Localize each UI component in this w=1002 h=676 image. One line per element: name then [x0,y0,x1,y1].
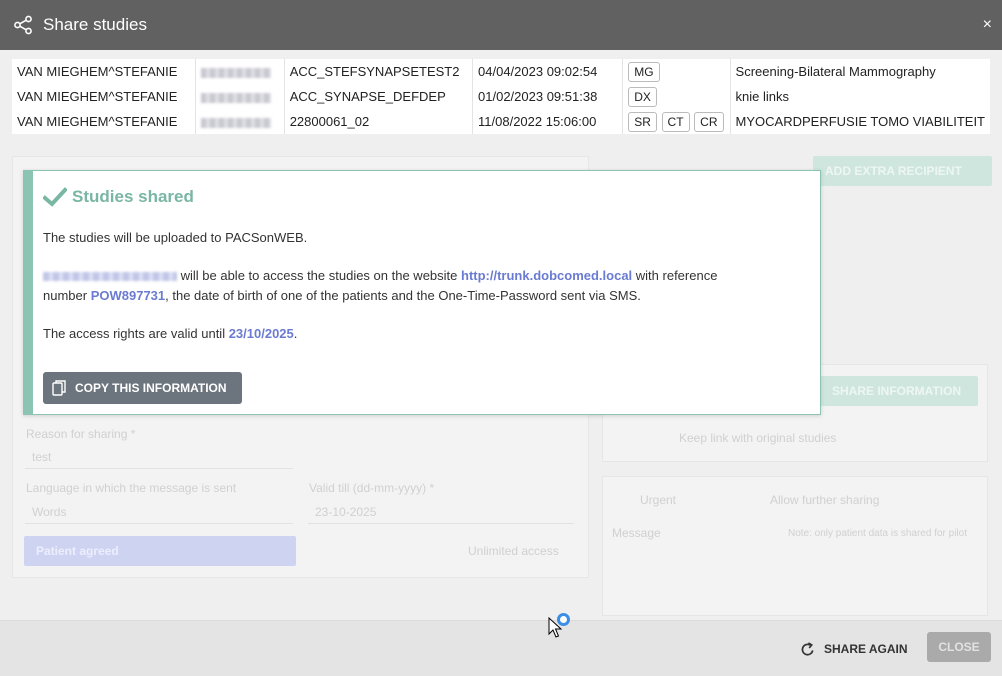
study-date: 04/04/2023 09:02:54 [472,59,624,84]
modalities: SR CT CR [622,109,731,134]
share-again-button[interactable]: SHARE AGAIN [800,637,908,661]
loading-spinner-icon [557,613,570,626]
message-label: Message [612,526,661,540]
check-icon [43,187,67,207]
popup-title: Studies shared [72,187,194,206]
allow-sharing-toggle[interactable]: Allow further sharing [770,493,879,507]
reason-input[interactable]: test [32,450,51,464]
keep-link-label[interactable]: Keep link with original studies [679,431,836,445]
reference-number: POW897731 [90,288,166,303]
copy-icon [52,380,66,396]
study-description: knie links [735,89,790,104]
share-icon [14,15,32,35]
share-information-button[interactable]: SHARE INFORMATION [820,376,978,406]
valid-till-underline [308,523,574,524]
table-row: VAN MIEGHEM^STEFANIE ACC_STEFSYNAPSETEST… [12,59,990,84]
patient-id-redacted [195,109,285,134]
studies-shared-popup: Studies shared The studies will be uploa… [23,170,821,415]
table-row: VAN MIEGHEM^STEFANIE 22800061_02 11/08/2… [12,109,990,134]
message-hint: Note: only patient data is shared for pi… [788,528,967,539]
modality-badge: DX [628,86,657,107]
reason-underline [25,468,293,469]
accession-number: ACC_SYNAPSE_DEFDEP [284,84,474,109]
patient-name: VAN MIEGHEM^STEFANIE [12,84,197,109]
dialog-footer: SHARE AGAIN CLOSE [0,620,1002,676]
language-underline [25,523,293,524]
patient-id-redacted [195,59,285,84]
access-info-line1: will be able to access the studies on th… [43,266,717,286]
modality-badge: CR [694,111,724,132]
popup-header: Studies shared [43,187,194,207]
study-description: MYOCARDPERFUSIE TOMO VIABILITEIT [735,114,985,129]
dialog-titlebar: Share studies × [0,0,1002,50]
copy-information-button[interactable]: COPY THIS INFORMATION [43,372,242,404]
refresh-icon [801,641,814,656]
valid-till-label: Valid till (dd-mm-yyyy) * [309,481,435,495]
modalities: DX [622,84,731,109]
language-label: Language in which the message is sent [26,481,237,495]
valid-till-input[interactable]: 23-10-2025 [315,505,376,519]
reason-label: Reason for sharing * [26,427,136,441]
patient-name: VAN MIEGHEM^STEFANIE [12,109,197,134]
modality-badge: CT [661,111,690,132]
recipient-redacted [43,272,177,282]
upload-info: The studies will be uploaded to PACSonWE… [43,230,308,245]
study-date: 11/08/2022 15:06:00 [472,109,624,134]
patient-name: VAN MIEGHEM^STEFANIE [12,59,197,84]
add-recipient-button[interactable]: ADD EXTRA RECIPIENT [813,156,992,186]
accession-number: 22800061_02 [284,109,474,134]
patient-agreed-button[interactable]: Patient agreed [24,536,296,566]
close-icon[interactable]: × [983,15,992,35]
urgent-toggle[interactable]: Urgent [640,493,676,507]
study-description: Screening-Bilateral Mammography [735,64,936,79]
unlimited-access-checkbox[interactable]: Unlimited access [468,544,559,558]
website-link[interactable]: http://trunk.dobcomed.local [461,268,632,283]
patient-id-redacted [195,84,285,109]
modality-badge: MG [628,61,660,82]
accession-number: ACC_STEFSYNAPSETEST2 [284,59,474,84]
studies-table: VAN MIEGHEM^STEFANIE ACC_STEFSYNAPSETEST… [12,59,990,134]
modality-badge: SR [628,111,657,132]
dialog-title: Share studies [43,15,147,34]
validity-info: The access rights are valid until 23/10/… [43,326,298,341]
close-button[interactable]: CLOSE [927,632,991,662]
study-date: 01/02/2023 09:51:38 [472,84,624,109]
valid-until-date: 23/10/2025 [228,326,294,341]
modalities: MG [622,59,731,84]
access-info-line2: number POW897731, the date of birth of o… [43,288,641,303]
table-row: VAN MIEGHEM^STEFANIE ACC_SYNAPSE_DEFDEP … [12,84,990,109]
language-select[interactable]: Words [32,505,66,519]
